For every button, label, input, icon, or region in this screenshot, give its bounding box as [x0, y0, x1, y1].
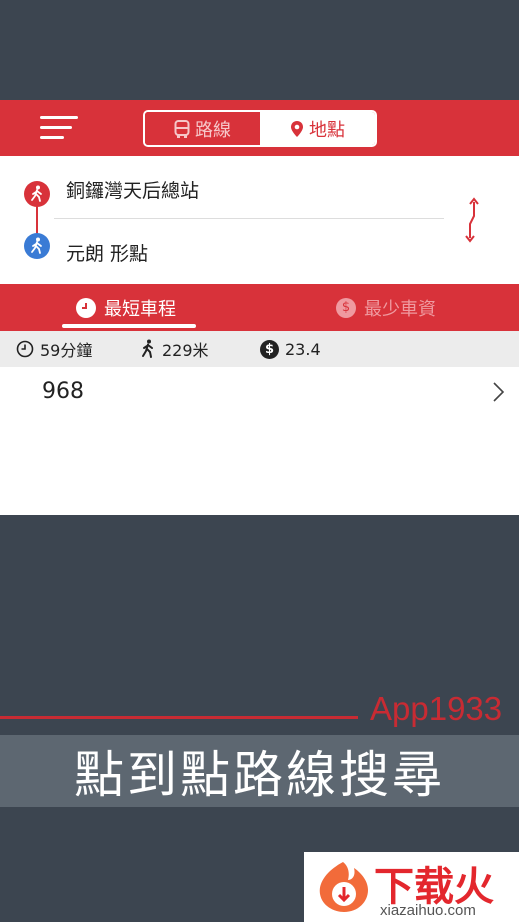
tab-route[interactable]: 路線 [145, 112, 260, 145]
destination-walk-icon [24, 233, 50, 259]
origin-walk-icon [24, 181, 50, 207]
route-result-row[interactable]: 968 [0, 367, 519, 417]
stop-divider [54, 218, 444, 219]
sort-bar: 最短車程 $ 最少車資 [0, 284, 519, 331]
clock-icon [16, 340, 34, 358]
mode-segmented-control: 路線 地點 [143, 110, 377, 147]
active-sort-indicator [62, 324, 196, 328]
menu-icon[interactable] [40, 116, 80, 140]
dollar-icon: $ [260, 339, 279, 359]
sort-lowest-fare-label: 最少車資 [364, 298, 436, 320]
duration: 59分鐘 [16, 337, 92, 361]
sort-shortest-time-label: 最短車程 [104, 298, 176, 320]
caption-divider [0, 716, 358, 719]
destination-field[interactable]: 元朗 形點 [66, 239, 148, 266]
flame-logo-icon [319, 862, 368, 912]
top-bar: 路線 地點 [0, 100, 519, 156]
promo-caption: 點到點路線搜尋 [74, 746, 445, 804]
dollar-icon: $ [336, 297, 356, 318]
tab-place[interactable]: 地點 [260, 112, 375, 145]
app-screen: 路線 地點 銅鑼灣天后總站 元朗 形點 最短車程 $ 最少車資 59分鐘 229… [0, 100, 519, 515]
tab-place-label: 地點 [309, 119, 345, 141]
fare: $ 23.4 [260, 339, 321, 359]
duration-value: 59分鐘 [40, 341, 93, 360]
swap-icon[interactable] [460, 196, 484, 244]
tab-route-label: 路線 [195, 119, 231, 141]
sort-lowest-fare[interactable]: $ 最少車資 [336, 284, 436, 331]
watermark: 下载火 xiazaihuo.com [304, 852, 519, 922]
location-pin-icon [291, 120, 303, 137]
brand-label: App1933 [370, 690, 503, 727]
chevron-right-icon [493, 382, 505, 402]
origin-field[interactable]: 銅鑼灣天后總站 [66, 176, 199, 203]
bus-icon [174, 119, 190, 138]
result-summary: 59分鐘 229米 $ 23.4 [0, 331, 519, 367]
watermark-url: xiazaihuo.com [380, 902, 476, 919]
trip-stops: 銅鑼灣天后總站 元朗 形點 [0, 156, 519, 284]
route-number: 968 [42, 379, 84, 404]
walk-distance: 229米 [140, 337, 209, 361]
stop-connector [36, 206, 38, 234]
clock-icon [76, 297, 96, 318]
fare-value: 23.4 [285, 339, 321, 359]
walk-distance-value: 229米 [162, 341, 209, 360]
walk-icon [142, 339, 153, 358]
